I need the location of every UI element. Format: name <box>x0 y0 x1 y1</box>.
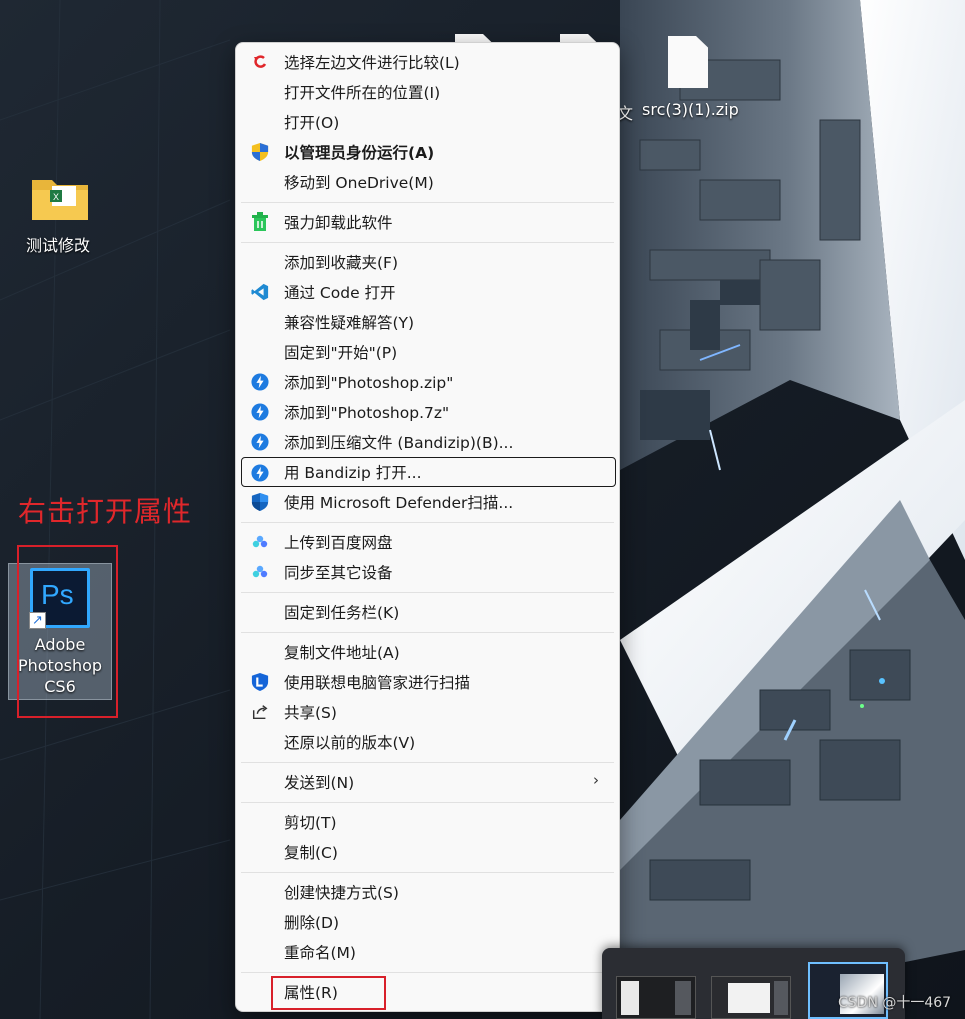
zip-file-label: src(3)(1).zip <box>642 100 739 119</box>
menu-item-label: 发送到(N) <box>284 774 355 792</box>
menu-item-open-location[interactable]: 打开文件所在的位置(I) <box>242 77 613 107</box>
window-thumbnail-2[interactable] <box>711 976 791 1019</box>
menu-item-copy-path[interactable]: 复制文件地址(A) <box>242 637 613 667</box>
annotation-text: 右击打开属性 <box>18 495 193 528</box>
menu-item-label: 同步至其它设备 <box>284 564 393 582</box>
menu-item-copy[interactable]: 复制(C) <box>242 837 613 867</box>
menu-item-label: 固定到任务栏(K) <box>284 604 400 622</box>
menu-item-open[interactable]: 打开(O) <box>242 107 613 137</box>
menu-item-label: 复制文件地址(A) <box>284 644 400 662</box>
uac-shield-icon <box>251 143 269 161</box>
menu-separator <box>241 802 614 803</box>
menu-item-restore-versions[interactable]: 还原以前的版本(V) <box>242 727 613 757</box>
menu-item-force-uninstall[interactable]: 强力卸载此软件 <box>242 207 613 237</box>
menu-item-label: 添加到压缩文件 (Bandizip)(B)... <box>284 434 514 452</box>
annotation-box-properties <box>271 976 386 1010</box>
menu-item-move-onedrive[interactable]: 移动到 OneDrive(M) <box>242 167 613 197</box>
menu-item-label: 用 Bandizip 打开... <box>284 464 422 482</box>
menu-item-share[interactable]: 共享(S) <box>242 697 613 727</box>
chevron-right-icon: › <box>593 771 599 789</box>
window-thumbnail-1[interactable] <box>616 976 696 1019</box>
bandizip-icon <box>251 464 269 482</box>
menu-item-label: 剪切(T) <box>284 814 337 832</box>
menu-item-label: 共享(S) <box>284 704 337 722</box>
menu-item-open-bandizip[interactable]: 用 Bandizip 打开... <box>241 457 616 487</box>
lenovo-guard-icon <box>251 673 269 691</box>
menu-item-label: 添加到收藏夹(F) <box>284 254 399 272</box>
menu-item-label: 以管理员身份运行(A) <box>284 144 435 162</box>
menu-item-label: 创建快捷方式(S) <box>284 884 399 902</box>
bandizip-icon <box>251 373 269 391</box>
menu-item-label: 强力卸载此软件 <box>284 214 393 232</box>
menu-item-create-shortcut[interactable]: 创建快捷方式(S) <box>242 877 613 907</box>
menu-item-label: 复制(C) <box>284 844 338 862</box>
context-menu: 选择左边文件进行比较(L) 打开文件所在的位置(I) 打开(O) 以管理员身份运… <box>235 42 620 1012</box>
menu-item-label: 重命名(M) <box>284 944 356 962</box>
menu-item-label: 使用联想电脑管家进行扫描 <box>284 674 471 692</box>
desktop-folder-icon[interactable]: X 测试修改 <box>18 168 103 263</box>
menu-separator <box>241 762 614 763</box>
menu-item-send-to[interactable]: 发送到(N) › <box>242 767 613 797</box>
menu-item-label: 固定到"开始"(P) <box>284 344 398 362</box>
menu-item-label: 删除(D) <box>284 914 340 932</box>
menu-item-compare[interactable]: 选择左边文件进行比较(L) <box>242 47 613 77</box>
desktop-zip-file[interactable]: src(3)(1).zip <box>640 30 740 125</box>
menu-item-sync-devices[interactable]: 同步至其它设备 <box>242 557 613 587</box>
menu-item-label: 使用 Microsoft Defender扫描... <box>284 494 514 512</box>
menu-item-label: 打开文件所在的位置(I) <box>284 84 441 102</box>
menu-item-add-zip[interactable]: 添加到"Photoshop.zip" <box>242 367 613 397</box>
defender-shield-icon <box>251 493 269 511</box>
menu-item-run-as-admin[interactable]: 以管理员身份运行(A) <box>242 137 613 167</box>
menu-item-label: 还原以前的版本(V) <box>284 734 416 752</box>
menu-item-label: 选择左边文件进行比较(L) <box>284 54 460 72</box>
menu-item-troubleshoot[interactable]: 兼容性疑难解答(Y) <box>242 307 613 337</box>
menu-item-label: 移动到 OneDrive(M) <box>284 174 434 192</box>
menu-item-label: 上传到百度网盘 <box>284 534 393 552</box>
menu-separator <box>241 632 614 633</box>
menu-separator <box>241 522 614 523</box>
menu-item-lenovo-scan[interactable]: 使用联想电脑管家进行扫描 <box>242 667 613 697</box>
menu-item-label: 通过 Code 打开 <box>284 284 396 302</box>
bandizip-icon <box>251 433 269 451</box>
menu-separator <box>241 242 614 243</box>
uninstall-icon <box>251 212 269 231</box>
menu-item-add-favorites[interactable]: 添加到收藏夹(F) <box>242 247 613 277</box>
menu-item-upload-baidu[interactable]: 上传到百度网盘 <box>242 527 613 557</box>
share-icon <box>251 703 269 721</box>
menu-item-label: 添加到"Photoshop.zip" <box>284 374 454 392</box>
menu-item-cut[interactable]: 剪切(T) <box>242 807 613 837</box>
menu-separator <box>241 972 614 973</box>
bandizip-icon <box>251 403 269 421</box>
menu-item-label: 添加到"Photoshop.7z" <box>284 404 450 422</box>
menu-separator <box>241 872 614 873</box>
menu-item-pin-taskbar[interactable]: 固定到任务栏(K) <box>242 597 613 627</box>
svg-text:X: X <box>53 192 59 202</box>
menu-item-defender-scan[interactable]: 使用 Microsoft Defender扫描... <box>242 487 613 517</box>
folder-icon-label: 测试修改 <box>26 236 91 255</box>
excel-folder-icon: X <box>32 180 88 220</box>
baidu-netdisk-icon <box>251 533 269 551</box>
menu-item-rename[interactable]: 重命名(M) <box>242 937 613 967</box>
compare-arrow-icon <box>251 53 269 71</box>
menu-item-add-archive[interactable]: 添加到压缩文件 (Bandizip)(B)... <box>242 427 613 457</box>
menu-separator <box>241 592 614 593</box>
zip-file-icon <box>668 36 708 88</box>
menu-item-open-with-code[interactable]: 通过 Code 打开 <box>242 277 613 307</box>
annotation-box-shortcut <box>17 545 118 718</box>
menu-item-delete[interactable]: 删除(D) <box>242 907 613 937</box>
vscode-icon <box>251 283 269 301</box>
csdn-watermark: CSDN @十一467 <box>838 995 952 1011</box>
menu-item-label: 兼容性疑难解答(Y) <box>284 314 415 332</box>
menu-item-label: 打开(O) <box>284 114 340 132</box>
menu-separator <box>241 202 614 203</box>
baidu-netdisk-icon <box>251 563 269 581</box>
menu-item-add-7z[interactable]: 添加到"Photoshop.7z" <box>242 397 613 427</box>
menu-item-pin-start[interactable]: 固定到"开始"(P) <box>242 337 613 367</box>
